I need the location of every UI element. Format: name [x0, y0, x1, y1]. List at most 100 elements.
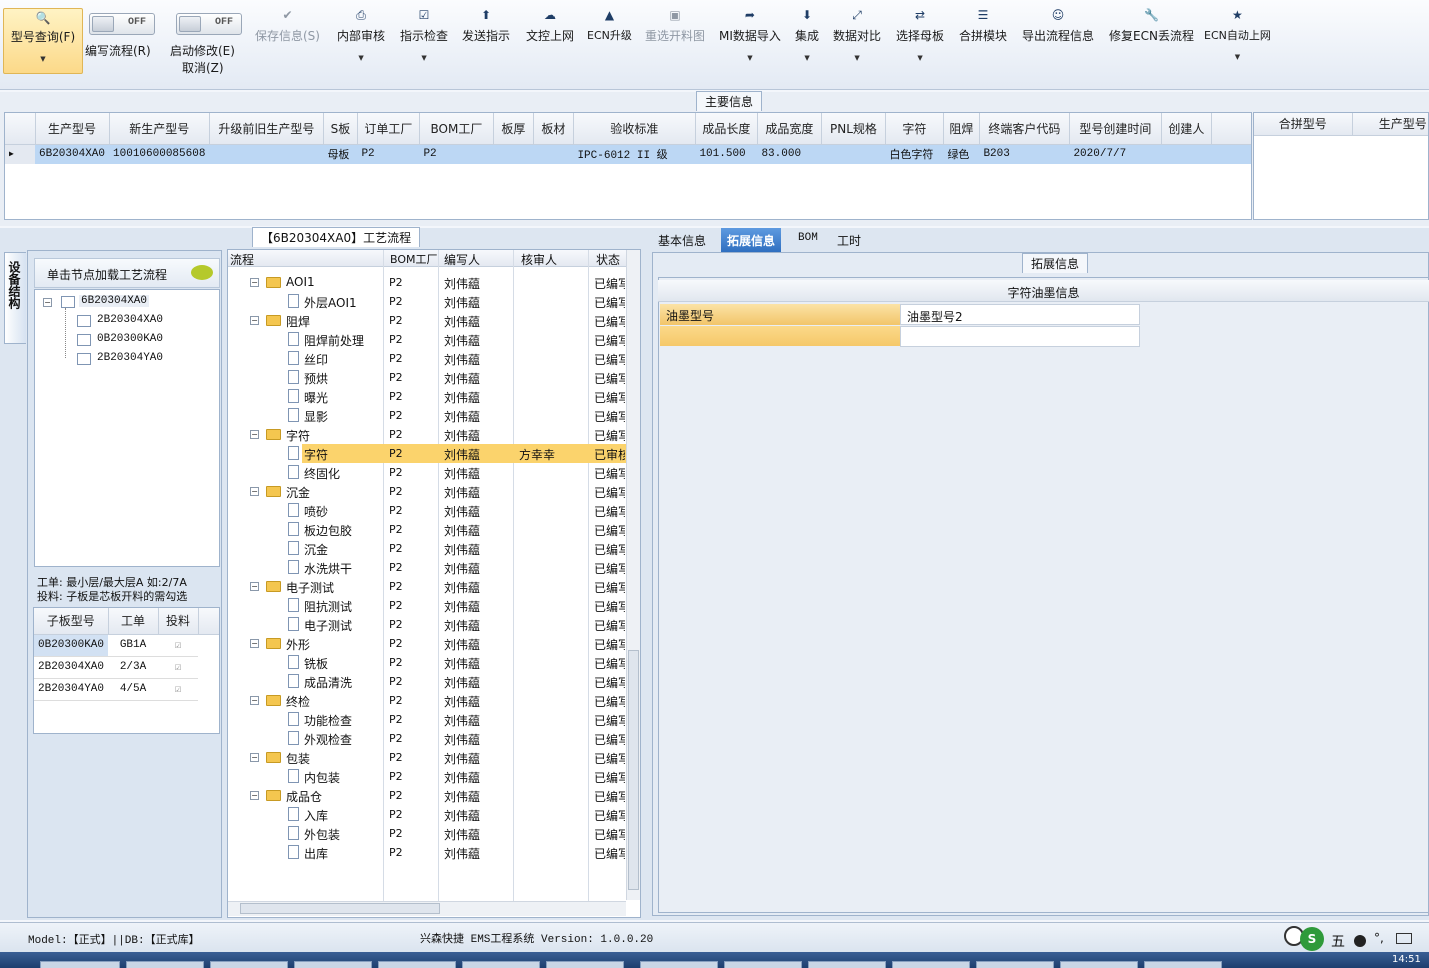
taskbar-app[interactable]	[808, 961, 886, 968]
ink-cell[interactable]	[900, 326, 1140, 347]
col-header[interactable]: 阻焊	[943, 113, 980, 145]
horizontal-scrollbar[interactable]	[228, 901, 626, 916]
col-header[interactable]: 创建人	[1161, 113, 1212, 145]
collapse-icon[interactable]: −	[250, 316, 259, 325]
collapse-icon[interactable]: −	[43, 298, 52, 307]
flow-group-row[interactable]: − 外形 P2 刘伟藴 已编写	[228, 634, 626, 653]
ink-col-header[interactable]: 油墨型号2	[900, 304, 1140, 325]
taskbar-app[interactable]	[126, 961, 204, 968]
col-header[interactable]: 投料	[158, 608, 199, 635]
flow-group-row[interactable]: − 包装 P2 刘伟藴 已编写	[228, 748, 626, 767]
collapse-icon[interactable]: −	[250, 753, 259, 762]
taskbar-app[interactable]	[976, 961, 1054, 968]
flow-group-row[interactable]: − 成品仓 P2 刘伟藴 已编写	[228, 786, 626, 805]
collapse-icon[interactable]: −	[250, 487, 259, 496]
table-row[interactable]: 0B20300KA0 GB1A ☑	[34, 634, 219, 657]
flow-group-row[interactable]: − 字符 P2 刘伟藴 已编写	[228, 425, 626, 444]
repair-ecn-button[interactable]: 🔧 修复ECN丢流程	[1109, 8, 1194, 44]
collapse-icon[interactable]: −	[250, 278, 259, 287]
flow-group-row[interactable]: − 终检 P2 刘伟藴 已编写	[228, 691, 626, 710]
send-instruction-button[interactable]: ⬆ 发送指示	[462, 8, 510, 44]
taskbar-app[interactable]	[546, 961, 624, 968]
flow-step-row[interactable]: 外观检查 P2 刘伟藴 已编写	[228, 729, 626, 748]
col-header[interactable]: 状态	[596, 251, 620, 268]
col-header[interactable]: 验收标准	[573, 113, 696, 145]
col-header[interactable]: 升级前旧生产型号	[209, 113, 324, 145]
flow-step-row[interactable]: 成品清洗 P2 刘伟藴 已编写	[228, 672, 626, 691]
flow-step-row[interactable]: 预烘 P2 刘伟藴 已编写	[228, 368, 626, 387]
feed-checkbox[interactable]: ☑	[158, 634, 199, 657]
table-row[interactable]: 2B20304XA0 2/3A ☑	[34, 656, 219, 679]
flow-step-row[interactable]: 喷砂 P2 刘伟藴 已编写	[228, 501, 626, 520]
col-header[interactable]: BOM工厂	[390, 251, 438, 267]
flow-step-row[interactable]: 丝印 P2 刘伟藴 已编写	[228, 349, 626, 368]
doc-upload-button[interactable]: ☁ 文控上网	[526, 8, 574, 44]
col-header[interactable]: 生产型号	[35, 113, 110, 145]
mi-import-button[interactable]: ➦ MI数据导入 ▼	[719, 8, 781, 62]
taskbar-app[interactable]	[40, 961, 120, 968]
tab-work-hours[interactable]: 工时	[831, 228, 867, 252]
flow-step-row[interactable]: 电子测试 P2 刘伟藴 已编写	[228, 615, 626, 634]
flow-step-row[interactable]: 出库 P2 刘伟藴 已编写	[228, 843, 626, 862]
query-model-button[interactable]: 🔍 型号查询(F) ▼	[3, 8, 83, 74]
table-row[interactable]: 2B20304YA0 4/5A ☑	[34, 678, 219, 701]
flow-step-row[interactable]: 阻抗测试 P2 刘伟藴 已编写	[228, 596, 626, 615]
scroll-thumb[interactable]	[240, 903, 440, 914]
taskbar-app[interactable]	[640, 961, 718, 968]
instruction-check-button[interactable]: ☑ 指示检查 ▼	[400, 8, 448, 62]
col-header[interactable]: 订单工厂	[357, 113, 420, 145]
write-flow-toggle[interactable]: OFF	[89, 13, 155, 35]
scroll-thumb[interactable]	[628, 650, 639, 890]
collapse-icon[interactable]: −	[250, 791, 259, 800]
flow-step-row[interactable]: 字符 P2 刘伟藴 方幸幸 已审核	[228, 444, 626, 463]
col-header[interactable]: 终端客户代码	[979, 113, 1070, 145]
taskbar-app[interactable]	[724, 961, 802, 968]
ime-mode[interactable]: 五	[1331, 931, 1345, 951]
flow-step-row[interactable]: 终固化 P2 刘伟藴 已编写	[228, 463, 626, 482]
tab-basic-info[interactable]: 基本信息	[652, 228, 712, 252]
col-header[interactable]: 流程	[230, 251, 254, 268]
flow-step-row[interactable]: 阻焊前处理 P2 刘伟藴 已编写	[228, 330, 626, 349]
tree-node[interactable]: 2B20304YA0	[97, 352, 163, 364]
feed-checkbox[interactable]: ☑	[158, 656, 199, 679]
taskbar-app[interactable]	[378, 961, 456, 968]
col-header[interactable]: 核审人	[521, 251, 557, 268]
auto-modify-toggle[interactable]: OFF	[176, 13, 242, 35]
col-header[interactable]: 板厚	[493, 113, 534, 145]
collapse-icon[interactable]: −	[250, 582, 259, 591]
export-flow-button[interactable]: ☺ 导出流程信息	[1022, 8, 1094, 44]
flow-group-row[interactable]: − AOI1 P2 刘伟藴 已编写	[228, 273, 626, 292]
ink-col-header[interactable]: 油墨型号	[660, 304, 900, 325]
col-header[interactable]: 板材	[533, 113, 574, 145]
cancel-label[interactable]: 取消(Z)	[182, 59, 224, 76]
flow-step-row[interactable]: 水洗烘干 P2 刘伟藴 已编写	[228, 558, 626, 577]
data-compare-button[interactable]: ⤢ 数据对比 ▼	[833, 8, 881, 62]
flow-step-row[interactable]: 入库 P2 刘伟藴 已编写	[228, 805, 626, 824]
ecn-auto-button[interactable]: ★ ECN自动上网 ▼	[1204, 8, 1271, 61]
taskbar-app[interactable]	[462, 961, 540, 968]
flow-step-row[interactable]: 沉金 P2 刘伟藴 已编写	[228, 539, 626, 558]
tab-bom[interactable]: BOM	[792, 228, 824, 252]
merge-module-button[interactable]: ☰ 合拼模块	[959, 8, 1007, 44]
tab-extended-info[interactable]: 拓展信息	[721, 228, 782, 252]
col-header[interactable]: 合拼型号	[1254, 113, 1353, 136]
col-header[interactable]: BOM工厂	[419, 113, 494, 145]
col-header[interactable]: 新生产型号	[109, 113, 210, 145]
col-header[interactable]: S板	[323, 113, 358, 145]
flow-step-row[interactable]: 外包装 P2 刘伟藴 已编写	[228, 824, 626, 843]
flow-step-row[interactable]: 曝光 P2 刘伟藴 已编写	[228, 387, 626, 406]
flow-step-row[interactable]: 内包装 P2 刘伟藴 已编写	[228, 767, 626, 786]
integrate-button[interactable]: ⬇ 集成 ▼	[795, 8, 819, 62]
flow-group-row[interactable]: − 阻焊 P2 刘伟藴 已编写	[228, 311, 626, 330]
tab-device-structure[interactable]: 设备结构	[4, 252, 26, 344]
select-mother-button[interactable]: ⇄ 选择母板 ▼	[896, 8, 944, 62]
vertical-scrollbar[interactable]	[626, 250, 640, 900]
table-row[interactable]: ▶ 6B20304XA0 10010600085608 母板 P2 P2 IPC…	[5, 144, 1251, 164]
flow-step-row[interactable]: 显影 P2 刘伟藴 已编写	[228, 406, 626, 425]
col-header[interactable]: 编写人	[444, 251, 480, 268]
flow-step-row[interactable]: 铣板 P2 刘伟藴 已编写	[228, 653, 626, 672]
internal-review-button[interactable]: ⎙ 内部审核 ▼	[337, 8, 385, 62]
flow-step-row[interactable]: 板边包胶 P2 刘伟藴 已编写	[228, 520, 626, 539]
flow-step-row[interactable]: 功能检查 P2 刘伟藴 已编写	[228, 710, 626, 729]
col-header[interactable]: 字符	[885, 113, 944, 145]
